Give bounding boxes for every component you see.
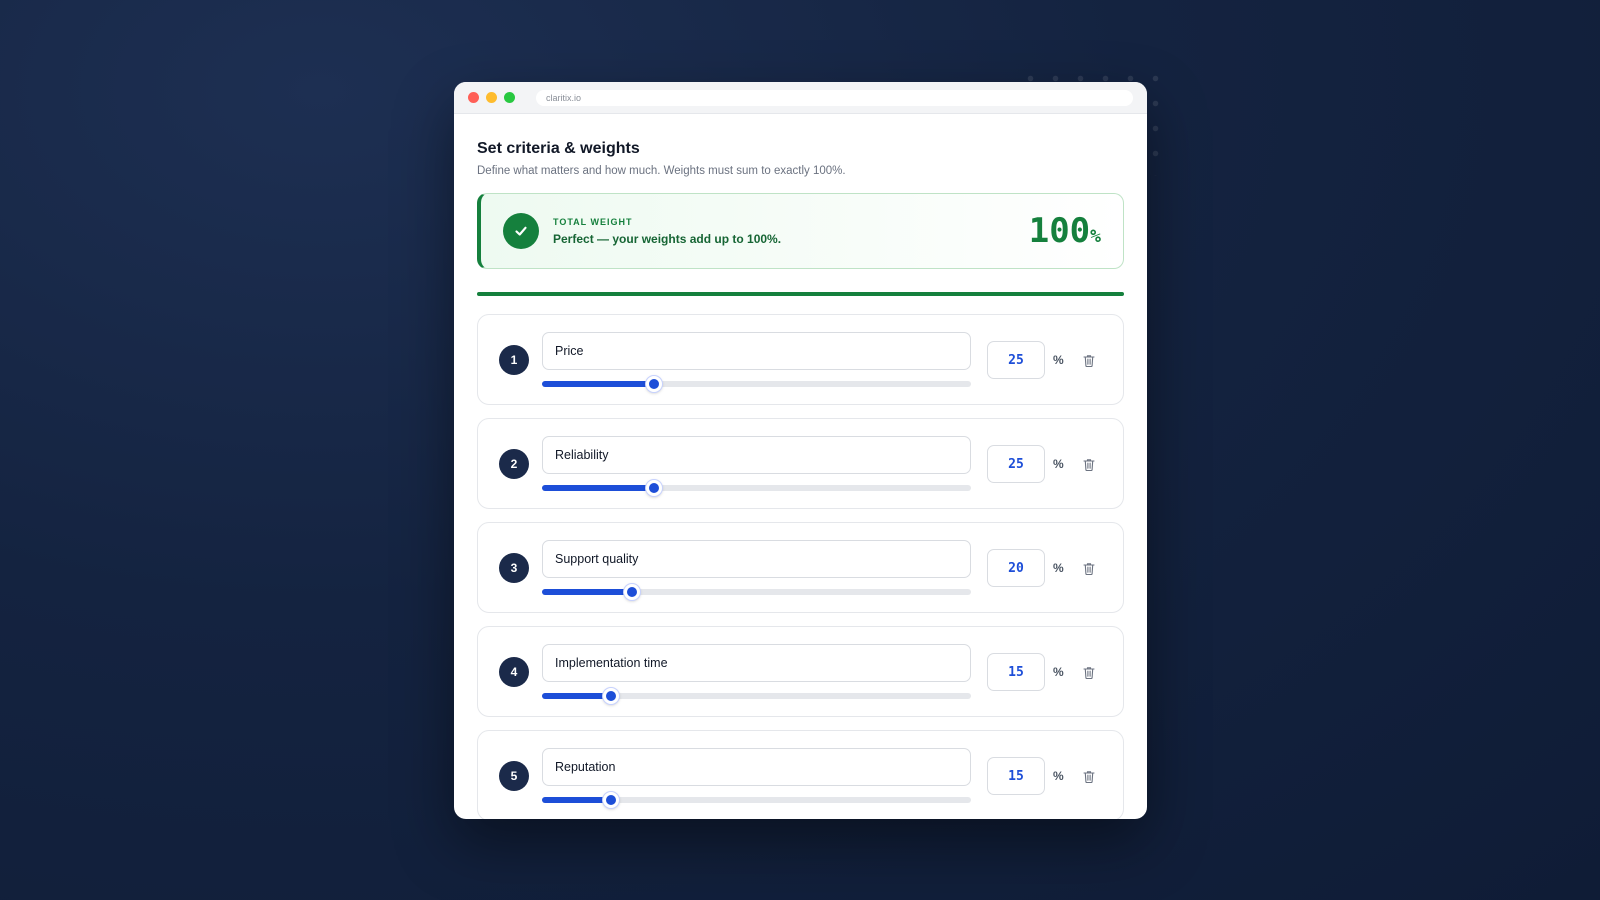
- slider-fill: [542, 693, 611, 699]
- criterion-name-input[interactable]: [542, 748, 971, 786]
- criterion-row: 1 %: [477, 314, 1124, 405]
- criterion-index-badge: 4: [499, 657, 529, 687]
- address-bar-url: claritix.io: [546, 92, 582, 103]
- total-weight-card: TOTAL WEIGHT Perfect — your weights add …: [477, 193, 1124, 269]
- trash-icon[interactable]: [1078, 349, 1100, 371]
- slider-fill: [542, 381, 654, 387]
- criterion-weight-slider[interactable]: [542, 688, 971, 704]
- total-weight-number: 100: [1028, 211, 1091, 251]
- slider-thumb[interactable]: [602, 688, 619, 704]
- criteria-list: 1 % 2 %: [477, 314, 1124, 819]
- trash-icon[interactable]: [1078, 765, 1100, 787]
- criterion-weight-input[interactable]: [987, 757, 1045, 795]
- window-minimize-button[interactable]: [486, 92, 497, 103]
- criterion-weight-slider[interactable]: [542, 584, 971, 600]
- criterion-row: 2 %: [477, 418, 1124, 509]
- criterion-weight-input[interactable]: [987, 549, 1045, 587]
- total-weight-text: TOTAL WEIGHT Perfect — your weights add …: [553, 217, 781, 246]
- trash-icon[interactable]: [1078, 661, 1100, 683]
- slider-fill: [542, 589, 633, 595]
- total-weight-unit: %: [1090, 226, 1101, 247]
- page-title: Set criteria & weights: [477, 140, 640, 157]
- check-icon: [503, 213, 539, 249]
- criterion-row: 3 %: [477, 522, 1124, 613]
- slider-fill: [542, 797, 611, 803]
- total-weight-value: 100 %: [1029, 211, 1101, 251]
- total-weight-label: TOTAL WEIGHT: [553, 216, 633, 227]
- criterion-index-badge: 5: [499, 761, 529, 791]
- criterion-row: 5 %: [477, 730, 1124, 819]
- criterion-weight-input[interactable]: [987, 445, 1045, 483]
- slider-fill: [542, 485, 654, 491]
- percent-sign: %: [1053, 457, 1064, 471]
- criterion-index-badge: 2: [499, 449, 529, 479]
- window-maximize-button[interactable]: [504, 92, 515, 103]
- criterion-name-input[interactable]: [542, 540, 971, 578]
- criterion-weight-slider[interactable]: [542, 792, 971, 808]
- criterion-weight-input[interactable]: [987, 341, 1045, 379]
- percent-sign: %: [1053, 769, 1064, 783]
- total-weight-message: Perfect — your weights add up to 100%.: [553, 231, 782, 246]
- browser-window: claritix.io Set criteria & weights Defin…: [454, 82, 1147, 819]
- slider-thumb[interactable]: [645, 376, 662, 392]
- percent-sign: %: [1053, 665, 1064, 679]
- slider-thumb[interactable]: [602, 792, 619, 808]
- total-progress-fill: [477, 292, 1124, 296]
- trash-icon[interactable]: [1078, 557, 1100, 579]
- address-bar[interactable]: claritix.io: [536, 89, 1133, 106]
- percent-sign: %: [1053, 353, 1064, 367]
- criterion-index-badge: 1: [499, 345, 529, 375]
- criterion-name-input[interactable]: [542, 436, 971, 474]
- criterion-weight-slider[interactable]: [542, 376, 971, 392]
- slider-thumb[interactable]: [645, 480, 662, 496]
- criterion-name-input[interactable]: [542, 644, 971, 682]
- percent-sign: %: [1053, 561, 1064, 575]
- criterion-row: 4 %: [477, 626, 1124, 717]
- trash-icon[interactable]: [1078, 453, 1100, 475]
- criterion-weight-input[interactable]: [987, 653, 1045, 691]
- criterion-index-badge: 3: [499, 553, 529, 583]
- criterion-weight-slider[interactable]: [542, 480, 971, 496]
- slider-thumb[interactable]: [624, 584, 641, 600]
- total-progress-bar: [477, 292, 1124, 296]
- page-content: Set criteria & weights Define what matte…: [454, 114, 1147, 819]
- criterion-name-input[interactable]: [542, 332, 971, 370]
- page-subtitle: Define what matters and how much. Weight…: [477, 165, 846, 177]
- window-close-button[interactable]: [468, 92, 479, 103]
- browser-titlebar: claritix.io: [454, 82, 1147, 114]
